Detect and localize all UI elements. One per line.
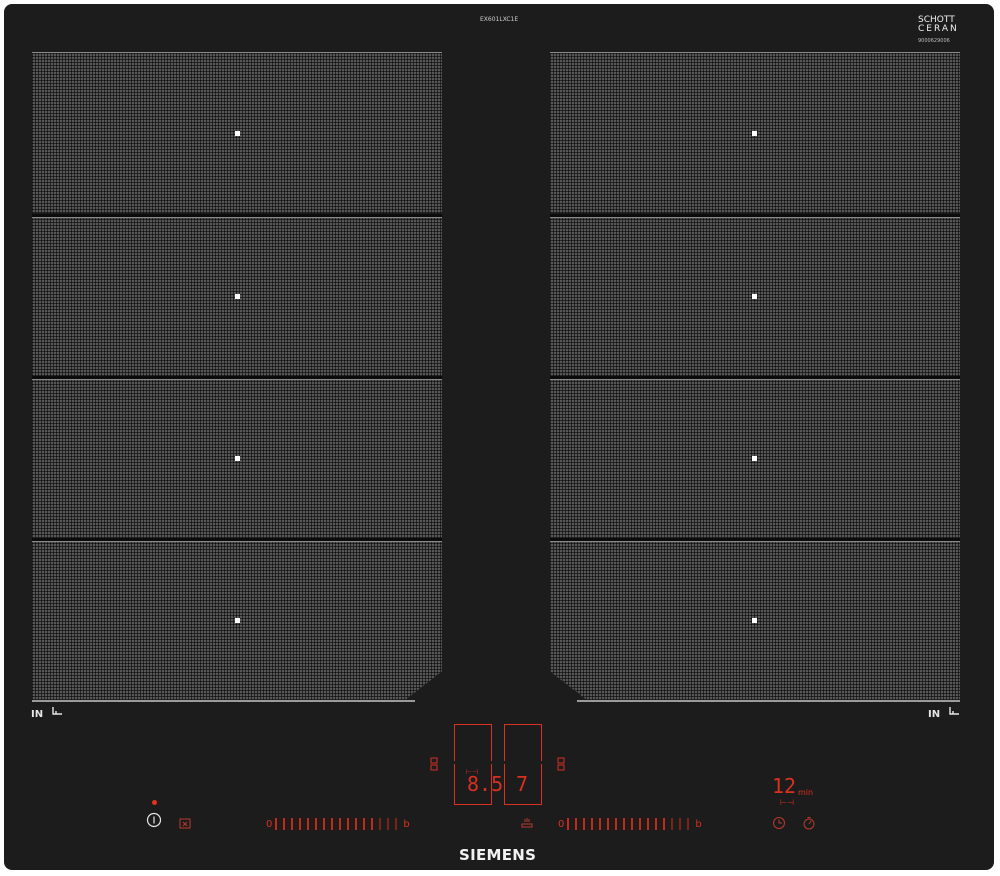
slider-step[interactable] — [663, 818, 666, 830]
slider-step[interactable] — [307, 818, 310, 830]
induction-label-left: IN — [31, 707, 64, 720]
slider-step[interactable] — [655, 818, 658, 830]
zone-marker — [235, 618, 240, 623]
slider-step[interactable] — [679, 818, 682, 830]
induction-icon — [51, 707, 62, 715]
slider-step[interactable] — [283, 818, 286, 830]
zone-marker — [235, 456, 240, 461]
siemens-logo: SIEMENS — [459, 846, 537, 864]
cooking-zone-right-1[interactable] — [550, 52, 960, 213]
zone-marker — [752, 456, 757, 461]
slider-step[interactable] — [395, 818, 398, 830]
zone-marker — [235, 294, 240, 299]
display-left-timer-mark: ⊢⊣ — [466, 768, 479, 776]
display-right-upper-segment — [504, 724, 542, 761]
slider-step[interactable] — [363, 818, 366, 830]
slider-right-start: 0 — [558, 818, 565, 830]
slider-step[interactable] — [379, 818, 382, 830]
slider-step[interactable] — [387, 818, 390, 830]
slider-step[interactable] — [315, 818, 318, 830]
slider-step[interactable] — [355, 818, 358, 830]
slider-step[interactable] — [323, 818, 326, 830]
zone-marker — [235, 131, 240, 136]
zone-edge-left — [32, 700, 415, 702]
induction-icon — [948, 707, 959, 715]
slider-step[interactable] — [599, 818, 602, 830]
power-slider-left[interactable]: 0 b — [266, 816, 410, 832]
child-lock-icon[interactable] — [178, 816, 192, 830]
timer-duration-mark: ⊢⊣ — [780, 798, 794, 807]
timer-unit: min — [798, 788, 814, 797]
flex-zone-icon-left[interactable] — [430, 757, 438, 771]
flex-zone-icon-right[interactable] — [557, 757, 565, 771]
slider-step[interactable] — [575, 818, 578, 830]
cooking-zone-right-2[interactable] — [550, 217, 960, 376]
timer-icon[interactable] — [772, 816, 786, 830]
slider-step[interactable] — [331, 818, 334, 830]
slider-step[interactable] — [615, 818, 618, 830]
slider-step[interactable] — [299, 818, 302, 830]
power-slider-right[interactable]: 0 b — [558, 816, 702, 832]
cooking-zone-right-3[interactable] — [550, 379, 960, 538]
cooking-zone-right-4[interactable] — [550, 541, 960, 700]
cooking-zone-left-1[interactable] — [32, 52, 442, 213]
slider-right-end: b — [695, 818, 702, 830]
slider-step[interactable] — [567, 818, 570, 830]
timer-value: 12 — [772, 774, 797, 798]
serial-number: 9000629006 — [918, 38, 950, 44]
slider-step[interactable] — [583, 818, 586, 830]
induction-label-right: IN — [928, 707, 961, 720]
cooktop-glass: EX601LXC1E SCHOTT CERAN 9000629006 IN IN… — [4, 4, 994, 870]
zone-marker — [752, 618, 757, 623]
slider-step[interactable] — [639, 818, 642, 830]
zone-divider — [550, 538, 960, 541]
slider-step[interactable] — [623, 818, 626, 830]
zone-divider — [32, 538, 442, 541]
frying-sensor-icon[interactable] — [520, 816, 534, 830]
cooking-zone-left-2[interactable] — [32, 217, 442, 376]
zone-marker — [752, 131, 757, 136]
slider-left-start: 0 — [266, 818, 273, 830]
slider-step[interactable] — [275, 818, 278, 830]
slider-left-end: b — [403, 818, 410, 830]
cooking-zone-left-4[interactable] — [32, 541, 442, 700]
stopwatch-icon[interactable] — [802, 816, 816, 830]
slider-step[interactable] — [347, 818, 350, 830]
power-indicator-led — [152, 800, 157, 805]
slider-step[interactable] — [687, 818, 690, 830]
slider-step[interactable] — [291, 818, 294, 830]
display-right-value: 7 — [516, 772, 529, 796]
slider-step[interactable] — [607, 818, 610, 830]
slider-step[interactable] — [371, 818, 374, 830]
display-left-upper-segment — [454, 724, 492, 761]
slider-step[interactable] — [591, 818, 594, 830]
slider-step[interactable] — [631, 818, 634, 830]
zone-marker — [752, 294, 757, 299]
cooking-zone-left-3[interactable] — [32, 379, 442, 538]
slider-step[interactable] — [647, 818, 650, 830]
slider-step[interactable] — [671, 818, 674, 830]
power-icon[interactable] — [146, 812, 162, 828]
zone-edge-right — [577, 700, 960, 702]
slider-step[interactable] — [339, 818, 342, 830]
ceran-logo: CERAN — [918, 24, 959, 34]
model-label: EX601LXC1E — [480, 16, 519, 23]
